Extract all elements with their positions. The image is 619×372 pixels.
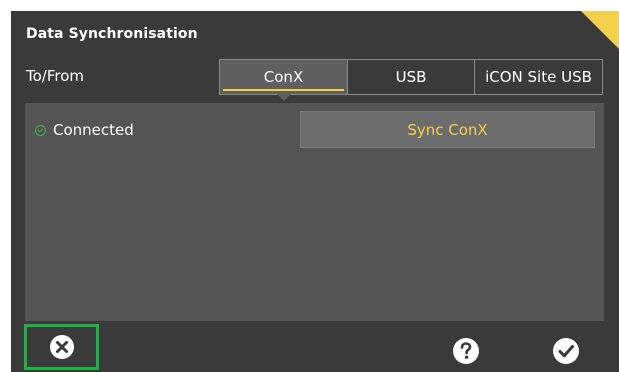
help-circle-icon <box>453 338 479 364</box>
to-from-label: To/From <box>26 67 85 85</box>
tab-usb-label: USB <box>395 68 427 86</box>
status-text: Connected <box>53 121 134 139</box>
data-synchronisation-dialog: Data Synchronisation To/From ConX USB iC… <box>11 11 619 372</box>
connection-status: Connected <box>35 121 134 139</box>
close-circle-icon <box>49 335 74 359</box>
tab-conx[interactable]: ConX <box>219 59 348 101</box>
tab-icon-site-usb[interactable]: iCON Site USB <box>475 59 603 95</box>
tab-pointer-icon <box>276 94 291 101</box>
tab-usb[interactable]: USB <box>348 59 475 95</box>
dialog-title: Data Synchronisation <box>26 26 198 42</box>
corner-tag-icon <box>581 11 619 49</box>
sync-conx-button-label: Sync ConX <box>407 120 488 139</box>
to-from-tabs: ConX USB iCON Site USB <box>219 59 603 101</box>
tab-conx-label: ConX <box>263 68 304 86</box>
help-button[interactable] <box>451 336 481 366</box>
sync-panel: Connected Sync ConX <box>25 103 604 321</box>
tab-icon-site-usb-label: iCON Site USB <box>485 68 592 86</box>
close-button[interactable] <box>24 324 99 370</box>
check-circle-icon <box>553 338 579 364</box>
check-circle-icon <box>35 124 46 136</box>
ok-button[interactable] <box>551 336 581 366</box>
sync-conx-button[interactable]: Sync ConX <box>300 111 595 148</box>
